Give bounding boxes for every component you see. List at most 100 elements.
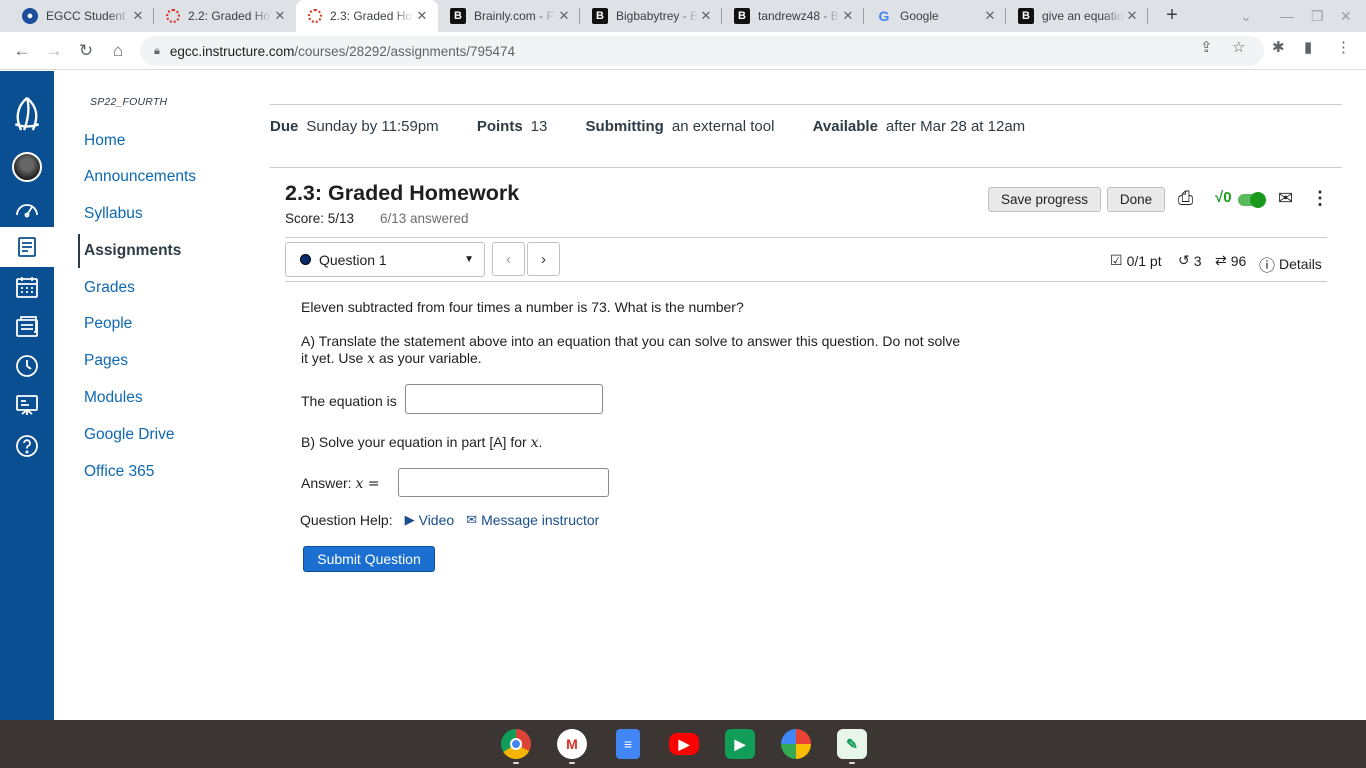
brainly-icon: B [592, 8, 608, 24]
close-icon[interactable]: ✕ [698, 8, 714, 24]
details-link[interactable]: ⓘ Details [1259, 252, 1322, 276]
question-select-value: Question 1 [319, 251, 387, 268]
avatar [12, 152, 42, 182]
more-menu-icon[interactable]: ⋮ [1336, 38, 1351, 56]
browser-tab[interactable]: B Brainly.com - F ✕ [438, 0, 580, 32]
message-instructor-link[interactable]: Message instructor [481, 512, 599, 528]
course-nav-pages[interactable]: Pages [84, 352, 128, 370]
side-panel-icon[interactable]: ▮ [1304, 38, 1312, 56]
tab-search-icon[interactable]: ⌄ [1240, 8, 1252, 25]
share-icon[interactable]: ⇪ [1200, 38, 1213, 56]
close-icon[interactable]: ✕ [1124, 8, 1140, 24]
points-earned: 0/1 pt [1126, 252, 1162, 269]
bookmark-star-icon[interactable]: ☆ [1232, 38, 1245, 56]
new-tab-icon[interactable]: + [1160, 4, 1184, 28]
previous-question-button[interactable]: ‹ [492, 242, 525, 276]
course-nav-syllabus[interactable]: Syllabus [84, 205, 143, 223]
course-nav-assignments[interactable]: Assignments [84, 242, 181, 260]
print-icon[interactable]: ⎙ [1178, 188, 1193, 210]
attempts-status: ⇄ 96 [1215, 252, 1246, 269]
close-icon[interactable]: ✕ [840, 8, 856, 24]
address-bar[interactable]: 🔒︎ egcc.instructure.com/courses/28292/as… [140, 36, 1264, 66]
browser-tab[interactable]: B give an equatio ✕ [1006, 0, 1148, 32]
divider [285, 237, 1327, 238]
docs-app-icon[interactable]: ≡ [616, 729, 640, 759]
browser-tab[interactable]: B tandrewz48 - B ✕ [722, 0, 864, 32]
browser-toolbar: ← → ↻ ⌂ 🔒︎ egcc.instructure.com/courses/… [0, 32, 1366, 70]
ring-icon [308, 9, 322, 23]
reload-icon[interactable]: ↻ [75, 40, 97, 62]
studio-icon[interactable] [0, 386, 54, 426]
back-icon[interactable]: ← [11, 40, 33, 62]
courses-icon[interactable] [0, 227, 54, 267]
browser-tab[interactable]: 2.2: Graded Ho ✕ [154, 0, 296, 32]
math-view-icon[interactable]: √0 [1215, 189, 1232, 206]
chrome-app-icon[interactable] [501, 729, 531, 759]
close-icon[interactable]: ✕ [556, 8, 572, 24]
browser-tab[interactable]: ● EGCC Student ✕ [10, 0, 154, 32]
course-nav-modules[interactable]: Modules [84, 389, 143, 407]
question-select[interactable]: Question 1 ▼ [285, 242, 485, 277]
more-options-icon[interactable]: ⋮ [1311, 188, 1329, 209]
browser-tab-active[interactable]: 2.3: Graded Ho ✕ [296, 0, 438, 32]
course-nav-home[interactable]: Home [84, 132, 125, 150]
done-button[interactable]: Done [1107, 187, 1165, 212]
history-clock-icon[interactable] [0, 346, 54, 386]
institution-logo-icon[interactable] [0, 89, 54, 139]
answer-input[interactable] [398, 468, 609, 497]
canvas-icon: ● [22, 8, 38, 24]
tab-title: 2.2: Graded Ho [188, 9, 271, 23]
close-icon[interactable]: ✕ [272, 8, 288, 24]
save-progress-button[interactable]: Save progress [988, 187, 1101, 212]
repeat-icon: ⇄ [1215, 252, 1227, 268]
close-icon[interactable]: ✕ [130, 8, 146, 24]
tab-separator [1147, 8, 1148, 24]
course-nav-google-drive[interactable]: Google Drive [84, 426, 174, 444]
next-question-button[interactable]: › [527, 242, 560, 276]
youtube-app-icon[interactable]: ▶ [669, 733, 699, 755]
tab-title: give an equatio [1042, 9, 1124, 23]
photos-app-icon[interactable] [781, 729, 811, 759]
part-a-text: as your variable. [375, 350, 482, 366]
brainly-icon: B [1018, 8, 1034, 24]
home-icon[interactable]: ⌂ [107, 40, 129, 62]
restore-icon[interactable]: ❐ [1311, 8, 1324, 25]
tab-title: EGCC Student [46, 9, 126, 23]
close-window-icon[interactable]: ✕ [1340, 8, 1352, 25]
close-icon[interactable]: ✕ [414, 8, 430, 24]
info-icon: ⓘ [1259, 258, 1276, 275]
checkbox-icon: ☑ [1110, 252, 1123, 268]
dashboard-icon[interactable] [0, 190, 54, 230]
video-link[interactable]: Video [419, 512, 455, 528]
course-nav-grades[interactable]: Grades [84, 279, 135, 297]
browser-tab[interactable]: B Bigbabytrey - B ✕ [580, 0, 722, 32]
account-avatar[interactable] [0, 147, 54, 187]
question-help-label: Question Help: [300, 512, 393, 528]
browser-tab[interactable]: G Google ✕ [864, 0, 1006, 32]
gmail-app-icon[interactable]: M [557, 729, 587, 759]
available-value: after Mar 28 at 12am [885, 118, 1026, 135]
inbox-icon[interactable] [0, 307, 54, 347]
points-value: 13 [530, 118, 548, 135]
assignment-details: Due Sunday by 11:59pm Points 13 Submitting… [270, 118, 1059, 135]
retries-status: ↺ 3 [1178, 252, 1202, 269]
extensions-icon[interactable]: ✱ [1272, 38, 1285, 56]
calendar-icon[interactable] [0, 267, 54, 307]
help-icon[interactable] [0, 426, 54, 466]
forward-icon[interactable]: → [43, 40, 65, 62]
submit-question-button[interactable]: Submit Question [303, 546, 435, 572]
mail-icon[interactable]: ✉ [1278, 188, 1293, 209]
retries-count: 3 [1193, 252, 1202, 269]
caret-down-icon: ▼ [464, 254, 474, 265]
meet-app-icon[interactable]: ▶ [725, 729, 755, 759]
due-label: Due [270, 118, 299, 135]
close-icon[interactable]: ✕ [982, 8, 998, 24]
course-nav-people[interactable]: People [84, 315, 132, 333]
math-view-toggle[interactable] [1238, 192, 1266, 208]
course-nav-announcements[interactable]: Announcements [84, 168, 196, 186]
classroom-app-icon[interactable]: ✎ [837, 729, 867, 759]
course-nav-office-365[interactable]: Office 365 [84, 463, 154, 481]
minimize-icon[interactable]: — [1280, 8, 1294, 24]
submitting-value: an external tool [671, 118, 775, 135]
equation-input[interactable] [405, 384, 603, 414]
